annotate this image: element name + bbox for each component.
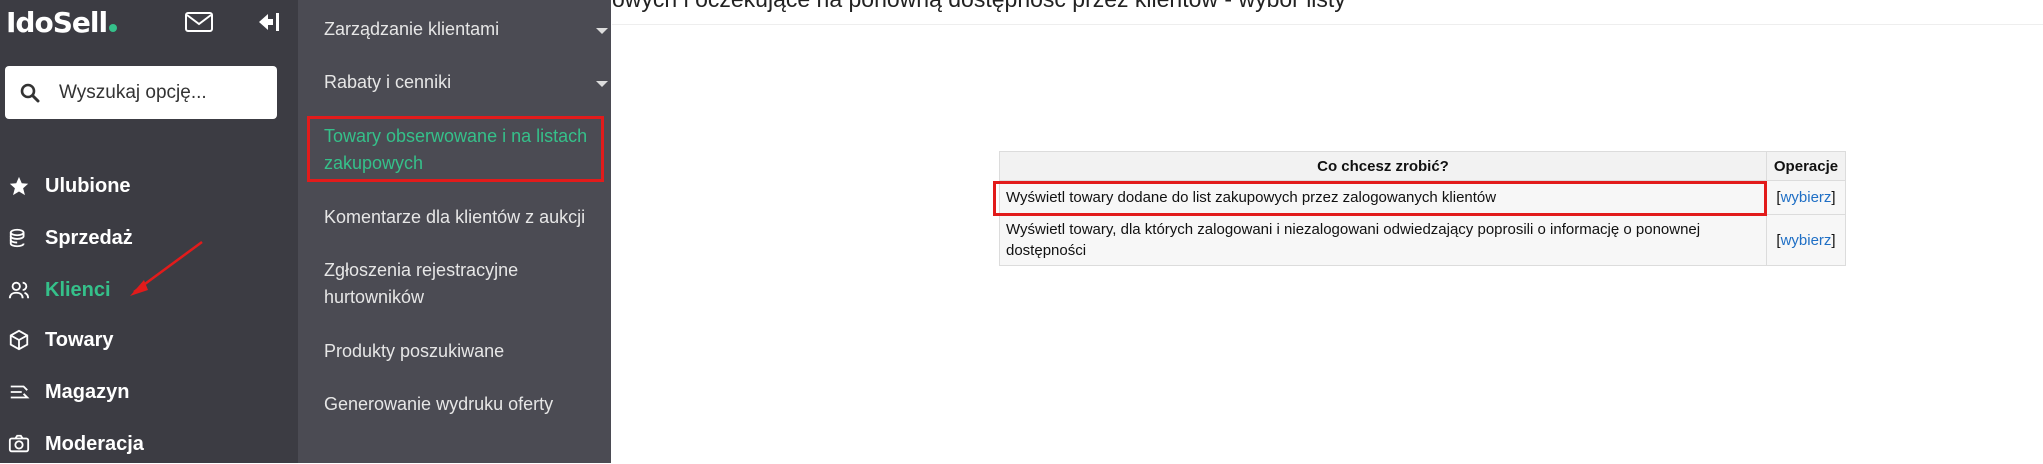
- star-icon: [9, 176, 29, 196]
- submenu-item-produkty-poszukiwane[interactable]: Produkty poszukiwane: [324, 338, 606, 365]
- nav-item-ulubione[interactable]: Ulubione: [0, 166, 298, 206]
- row-description: Wyświetl towary dodane do list zakupowyc…: [999, 180, 1767, 215]
- idosell-logo[interactable]: IdoSell: [6, 6, 118, 40]
- search-box[interactable]: [5, 66, 277, 119]
- search-icon: [20, 83, 40, 103]
- submenu-item-label: Generowanie wydruku oferty: [324, 394, 554, 414]
- nav-item-label: Klienci: [45, 278, 111, 301]
- row-operation: [wybierz]: [1766, 180, 1846, 215]
- camera-icon: [8, 434, 30, 453]
- collapse-sidebar-icon[interactable]: [256, 10, 282, 34]
- submenu-item-towary-obserwowane[interactable]: Towary obserwowane i na listach zakupowy…: [324, 123, 606, 177]
- nav-item-label: Sprzedaż: [45, 226, 133, 249]
- main-sidebar: IdoSell Ulubione Sprzedaż Kli: [0, 0, 298, 463]
- submenu-item-label: Zarządzanie klientami: [324, 19, 500, 39]
- nav-item-label: Towary: [45, 328, 114, 351]
- submenu-item-zarzadzanie-klientami[interactable]: Zarządzanie klientami: [324, 16, 608, 43]
- nav-item-moderacja[interactable]: Moderacja: [0, 424, 298, 464]
- nav-item-label: Ulubione: [45, 174, 131, 197]
- submenu-item-label: Towary obserwowane i na listach zakupowy…: [324, 126, 588, 173]
- submenu-item-zgloszenia[interactable]: Zgłoszenia rejestracyjne hurtowników: [324, 257, 606, 311]
- options-table: Co chcesz zrobić? Operacje Wyświetl towa…: [999, 151, 1846, 266]
- submenu-item-generowanie-wydruku[interactable]: Generowanie wydruku oferty: [324, 391, 606, 418]
- page-title: owych i oczekujące na ponowną dostępność…: [612, 0, 1346, 13]
- table-row: Wyświetl towary, dla których zalogowani …: [999, 214, 1846, 266]
- mail-icon[interactable]: [184, 10, 214, 34]
- row-operation: [wybierz]: [1766, 214, 1846, 266]
- submenu-item-label: Komentarze dla klientów z aukcji: [324, 207, 586, 227]
- nav-item-label: Magazyn: [45, 380, 130, 403]
- warehouse-icon: [10, 385, 30, 399]
- table-header-row: Co chcesz zrobić? Operacje: [999, 151, 1846, 181]
- users-icon: [8, 281, 30, 299]
- search-input[interactable]: [57, 76, 271, 110]
- select-link[interactable]: wybierz: [1781, 232, 1832, 249]
- nav-item-klienci[interactable]: Klienci: [0, 270, 298, 310]
- submenu-item-komentarze[interactable]: Komentarze dla klientów z aukcji: [324, 204, 606, 231]
- column-header-action: Co chcesz zrobić?: [999, 151, 1767, 181]
- logo-dot: [109, 24, 118, 32]
- nav-item-towary[interactable]: Towary: [0, 320, 298, 360]
- logo-text: IdoSell: [6, 6, 108, 39]
- chevron-down-icon[interactable]: [596, 81, 608, 87]
- submenu-item-label: Rabaty i cenniki: [324, 72, 452, 92]
- box-icon: [9, 329, 29, 351]
- submenu-panel: Zarządzanie klientami Rabaty i cenniki T…: [298, 0, 611, 463]
- row-description: Wyświetl towary, dla których zalogowani …: [999, 214, 1767, 266]
- title-divider: [612, 24, 2043, 25]
- nav-item-magazyn[interactable]: Magazyn: [0, 372, 298, 412]
- coins-icon: [9, 228, 25, 248]
- table-row: Wyświetl towary dodane do list zakupowyc…: [999, 180, 1846, 215]
- submenu-item-label: Zgłoszenia rejestracyjne hurtowników: [324, 260, 519, 307]
- submenu-item-label: Produkty poszukiwane: [324, 341, 505, 361]
- select-link[interactable]: wybierz: [1781, 189, 1832, 206]
- nav-item-label: Moderacja: [45, 432, 144, 455]
- column-header-operations: Operacje: [1766, 151, 1846, 181]
- chevron-down-icon[interactable]: [596, 28, 608, 34]
- submenu-item-rabaty-i-cenniki[interactable]: Rabaty i cenniki: [324, 69, 608, 96]
- nav-item-sprzedaz[interactable]: Sprzedaż: [0, 218, 298, 258]
